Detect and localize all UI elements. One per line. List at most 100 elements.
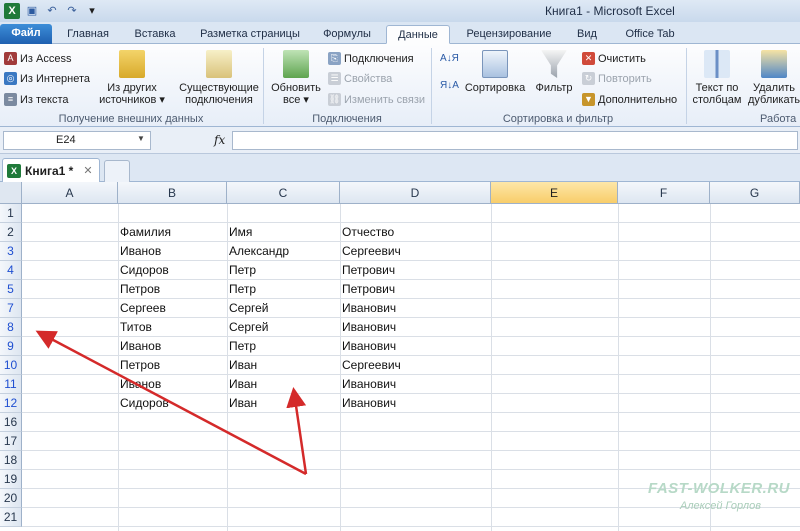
cell-b10[interactable]: Петров: [118, 356, 227, 375]
cell-d10[interactable]: Сергеевич: [340, 356, 491, 375]
row-header[interactable]: 21: [0, 508, 22, 527]
sort-az-button[interactable]: A↓Я: [440, 54, 459, 64]
formula-input[interactable]: [232, 131, 798, 150]
save-icon[interactable]: ▣: [24, 3, 40, 19]
cell-c11[interactable]: Иван: [227, 375, 340, 394]
gridline: [491, 204, 492, 531]
cell-c2[interactable]: Имя: [227, 223, 340, 242]
workbook-tab[interactable]: X Книга1 * ✕: [2, 158, 100, 182]
row-header[interactable]: 1: [0, 204, 22, 223]
cell-c4[interactable]: Петр: [227, 261, 340, 280]
close-icon[interactable]: ✕: [83, 164, 92, 177]
cell-b2[interactable]: Фамилия: [118, 223, 227, 242]
cell-d12[interactable]: Иванович: [340, 394, 491, 413]
edit-links-button[interactable]: ⛓ Изменить связи: [328, 93, 425, 106]
new-tab-button[interactable]: [104, 160, 130, 182]
connections-button[interactable]: ⎘ Подключения: [328, 52, 414, 65]
name-box[interactable]: E24: [3, 131, 151, 150]
cell-d11[interactable]: Иванович: [340, 375, 491, 394]
customize-toolbar-icon[interactable]: ▾: [84, 3, 100, 19]
cell-b11[interactable]: Иванов: [118, 375, 227, 394]
column-header-c[interactable]: C: [227, 182, 340, 204]
select-all-corner[interactable]: [0, 182, 22, 204]
cell-d3[interactable]: Сергеевич: [340, 242, 491, 261]
filter-funnel-icon: [541, 50, 567, 78]
cell-b4[interactable]: Сидоров: [118, 261, 227, 280]
cell-b12[interactable]: Сидоров: [118, 394, 227, 413]
cell-d7[interactable]: Иванович: [340, 299, 491, 318]
row-header[interactable]: 8: [0, 318, 22, 337]
filter-button[interactable]: Фильтр: [532, 50, 576, 94]
workbook-tab-strip: X Книга1 * ✕: [0, 154, 800, 182]
existing-connections-button[interactable]: Существующие подключения: [178, 50, 260, 106]
column-header-g[interactable]: G: [710, 182, 800, 204]
remove-duplicates-button[interactable]: Удалить дубликаты: [748, 50, 800, 106]
row-header[interactable]: 4: [0, 261, 22, 280]
properties-button[interactable]: ☰ Свойства: [328, 72, 392, 85]
redo-icon[interactable]: ↷: [64, 3, 80, 19]
clear-filter-button[interactable]: ✕ Очистить: [582, 52, 646, 65]
tab-review[interactable]: Рецензирование: [455, 25, 563, 44]
row-header[interactable]: 11: [0, 375, 22, 394]
refresh-all-button[interactable]: Обновить все ▾: [268, 50, 324, 106]
undo-icon[interactable]: ↶: [44, 3, 60, 19]
tab-view[interactable]: Вид: [568, 25, 606, 44]
row-header[interactable]: 7: [0, 299, 22, 318]
cell-d9[interactable]: Иванович: [340, 337, 491, 356]
cell-d5[interactable]: Петрович: [340, 280, 491, 299]
row-header[interactable]: 17: [0, 432, 22, 451]
from-web-button[interactable]: ◎ Из Интернета: [4, 72, 90, 85]
text-to-columns-button[interactable]: Текст по столбцам: [690, 50, 744, 106]
cell-b5[interactable]: Петров: [118, 280, 227, 299]
column-header-e[interactable]: E: [491, 182, 618, 204]
row-header[interactable]: 2: [0, 223, 22, 242]
column-header-f[interactable]: F: [618, 182, 710, 204]
cell-c12[interactable]: Иван: [227, 394, 340, 413]
tab-file[interactable]: Файл: [0, 24, 52, 44]
cell-c7[interactable]: Сергей: [227, 299, 340, 318]
from-access-label: Из Access: [20, 52, 72, 65]
sort-za-button[interactable]: Я↓A: [440, 80, 459, 91]
cell-b7[interactable]: Сергеев: [118, 299, 227, 318]
from-access-button[interactable]: A Из Access: [4, 52, 71, 65]
advanced-filter-button[interactable]: ▼ Дополнительно: [582, 93, 677, 106]
row-header[interactable]: 3: [0, 242, 22, 261]
row-header[interactable]: 10: [0, 356, 22, 375]
cell-c5[interactable]: Петр: [227, 280, 340, 299]
cell-c3[interactable]: Александр: [227, 242, 340, 261]
tab-office-tab[interactable]: Office Tab: [612, 25, 688, 44]
row-header[interactable]: 16: [0, 413, 22, 432]
other-sources-button[interactable]: Из других источников ▾: [96, 50, 168, 106]
cell-b3[interactable]: Иванов: [118, 242, 227, 261]
cell-d2[interactable]: Отчество: [340, 223, 491, 242]
row-header[interactable]: 12: [0, 394, 22, 413]
cell-d4[interactable]: Петрович: [340, 261, 491, 280]
row-header[interactable]: 9: [0, 337, 22, 356]
tab-formulas[interactable]: Формулы: [314, 25, 380, 44]
cell-d8[interactable]: Иванович: [340, 318, 491, 337]
tab-data[interactable]: Данные: [386, 25, 450, 44]
row-header[interactable]: 18: [0, 451, 22, 470]
cell-c9[interactable]: Петр: [227, 337, 340, 356]
column-header-d[interactable]: D: [340, 182, 491, 204]
tab-insert[interactable]: Вставка: [124, 25, 186, 44]
workbook-icon: X: [7, 163, 21, 178]
cell-c10[interactable]: Иван: [227, 356, 340, 375]
advanced-filter-icon: ▼: [582, 93, 595, 106]
name-box-dropdown-icon[interactable]: ▼: [137, 134, 145, 143]
cell-c8[interactable]: Сергей: [227, 318, 340, 337]
from-text-button[interactable]: ≡ Из текста: [4, 93, 69, 106]
column-header-a[interactable]: A: [22, 182, 118, 204]
row-header[interactable]: 19: [0, 470, 22, 489]
cell-b9[interactable]: Иванов: [118, 337, 227, 356]
sort-button[interactable]: Сортировка: [462, 50, 528, 94]
sort-za-icon: Я↓A: [440, 80, 459, 91]
tab-home[interactable]: Главная: [57, 25, 119, 44]
row-header[interactable]: 5: [0, 280, 22, 299]
cell-b8[interactable]: Титов: [118, 318, 227, 337]
reapply-button[interactable]: ↻ Повторить: [582, 72, 652, 85]
column-header-b[interactable]: B: [118, 182, 227, 204]
tab-page-layout[interactable]: Разметка страницы: [191, 25, 309, 44]
row-header[interactable]: 20: [0, 489, 22, 508]
insert-function-icon[interactable]: fx: [214, 133, 225, 147]
